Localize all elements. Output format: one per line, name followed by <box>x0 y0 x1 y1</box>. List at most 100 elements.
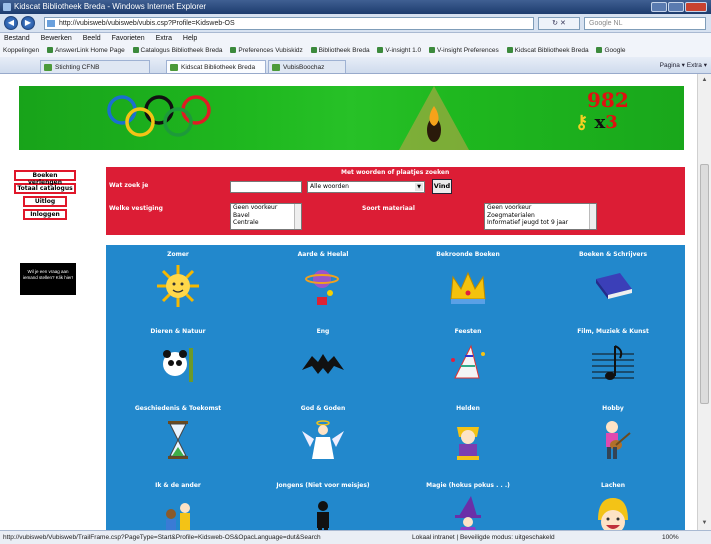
back-button[interactable]: ◀ <box>4 16 18 30</box>
tab-label: VubisBoochaz <box>283 64 325 71</box>
branch-option[interactable]: Centrale <box>233 219 301 227</box>
category-label: Eng <box>316 328 330 335</box>
favorites-bar: Koppelingen AnswerLink Home Page Catalog… <box>0 45 711 57</box>
category-geschiedenis-toekomst[interactable]: Geschiedenis & Toekomst <box>106 399 250 475</box>
window-controls <box>651 2 707 12</box>
total-catalogue-button[interactable]: Totaal catalogus <box>14 183 76 194</box>
window-title: Kidscat Bibliotheek Breda - Windows Inte… <box>14 2 207 11</box>
maximize-button[interactable] <box>668 2 684 12</box>
search-heading: Met woorden of plaatjes zoeken <box>341 169 450 176</box>
hourglass-icon <box>168 421 188 459</box>
search-input[interactable]: Google NL <box>584 17 706 30</box>
material-option[interactable]: Zoegmaterialen <box>487 212 596 220</box>
category-label: Aarde & Heelal <box>297 251 349 258</box>
favorite-link[interactable]: AnswerLink Home Page <box>46 47 125 54</box>
category-aarde-heelal[interactable]: Aarde & Heelal <box>251 245 395 321</box>
tab-kidscat[interactable]: Kidscat Bibliotheek Breda <box>166 60 266 73</box>
category-label: Feesten <box>454 328 482 335</box>
command-bar[interactable]: Pagina ▾ Extra ▾ <box>660 60 707 72</box>
search-panel: Met woorden of plaatjes zoeken Wat zoek … <box>106 167 685 235</box>
category-god-goden[interactable]: God & Goden <box>251 399 395 475</box>
material-option[interactable]: Informatief jeugd tot 9 jaar <box>487 219 596 227</box>
menu-help[interactable]: Help <box>183 35 197 42</box>
scroll-thumb[interactable] <box>700 164 709 404</box>
search-input-field[interactable] <box>230 181 302 193</box>
category-grid: Zomer Aarde & Heelal Bekroonde Boeken Bo… <box>106 245 685 540</box>
category-feesten[interactable]: Feesten <box>396 322 540 398</box>
zoom-level[interactable]: 100% <box>662 531 679 544</box>
url-field[interactable]: http://vubisweb/vubisweb/vubis.csp?Profi… <box>44 17 534 30</box>
category-label: Hobby <box>602 405 624 412</box>
panda-icon <box>163 348 193 382</box>
forward-button[interactable]: ▶ <box>21 16 35 30</box>
renew-books-button[interactable]: Boeken verlengen <box>14 170 76 186</box>
material-option[interactable]: Geen voorkeur <box>487 204 596 212</box>
security-zone[interactable]: Lokaal intranet | Beveiligde modus: uitg… <box>412 531 555 544</box>
tab-label: Stichting CFNB <box>55 64 100 71</box>
menu-bewerken[interactable]: Bewerken <box>41 35 72 42</box>
category-boeken-schrijvers[interactable]: Boeken & Schrijvers <box>541 245 685 321</box>
music-note-icon <box>592 345 634 380</box>
favorite-link[interactable]: V-insight Preferences <box>428 47 499 54</box>
category-label: Ik & de ander <box>155 482 201 489</box>
address-bar: ◀ ▶ http://vubisweb/vubisweb/vubis.csp?P… <box>0 14 711 33</box>
status-url: http://vubisweb/Vubisweb/TrailFrame.csp?… <box>3 534 321 541</box>
olympic-banner: 982 ⚷ x3 <box>19 86 684 150</box>
listbox-scrollbar[interactable] <box>294 204 301 229</box>
category-helden[interactable]: Helden <box>396 399 540 475</box>
tab-vubisboochaz[interactable]: VubisBoochaz <box>268 60 346 73</box>
branch-option[interactable]: Geen voorkeur <box>233 204 301 212</box>
minimize-button[interactable] <box>651 2 667 12</box>
category-bekroonde-boeken[interactable]: Bekroonde Boeken <box>396 245 540 321</box>
favorite-link[interactable]: Kidscat Bibliotheek Breda <box>506 47 589 54</box>
branch-option[interactable]: Bavel <box>233 212 301 220</box>
chevron-down-icon: ▼ <box>415 183 423 191</box>
favorite-link[interactable]: Catalogus Bibliotheek Breda <box>132 47 223 54</box>
tab-favicon <box>272 64 280 71</box>
category-dieren-natuur[interactable]: Dieren & Natuur <box>106 322 250 398</box>
torch-icon <box>399 86 469 150</box>
branch-label: Welke vestiging <box>109 205 163 212</box>
close-button[interactable] <box>685 2 707 12</box>
search-mode-value: Alle woorden <box>310 183 349 190</box>
category-label: Jongens (Niet voor meisjes) <box>276 482 370 489</box>
find-button[interactable]: Vind <box>432 179 452 194</box>
visitor-counter: 982 <box>587 88 629 112</box>
ask-question-banner[interactable]: Wil je een vraag aan iemand stellen? Kli… <box>20 263 76 295</box>
category-eng[interactable]: Eng <box>251 322 395 398</box>
category-zomer[interactable]: Zomer <box>106 245 250 321</box>
favorite-link[interactable]: Google <box>596 47 625 54</box>
menu-favorieten[interactable]: Favorieten <box>112 35 145 42</box>
tab-favicon <box>44 64 52 71</box>
favorite-link[interactable]: Preferences Vubiskidz <box>230 47 303 54</box>
search-what-label: Wat zoek je <box>109 182 149 189</box>
menu-bar: Bestand Bewerken Beeld Favorieten Extra … <box>0 33 711 45</box>
material-listbox[interactable]: Geen voorkeur Zoegmaterialen Informatief… <box>484 203 597 230</box>
branch-listbox[interactable]: Geen voorkeur Bavel Centrale <box>230 203 302 230</box>
menu-beeld[interactable]: Beeld <box>83 35 101 42</box>
vertical-scrollbar[interactable]: ▲ ▼ <box>697 74 711 530</box>
scroll-down-arrow[interactable]: ▼ <box>700 519 709 528</box>
keys-count: 3 <box>605 112 618 133</box>
keys-multiplier: x <box>594 112 606 133</box>
tab-stichting[interactable]: Stichting CFNB <box>40 60 150 73</box>
category-film-muziek-kunst[interactable]: Film, Muziek & Kunst <box>541 322 685 398</box>
page-icon <box>47 20 55 27</box>
tab-favicon <box>170 64 178 71</box>
refresh-stop-buttons[interactable]: ↻ ✕ <box>538 17 580 30</box>
angel-icon <box>302 420 344 459</box>
menu-extra[interactable]: Extra <box>156 35 172 42</box>
listbox-scrollbar[interactable] <box>589 204 596 229</box>
scroll-up-arrow[interactable]: ▲ <box>700 76 709 85</box>
favorite-link[interactable]: Bibliotheek Breda <box>310 47 370 54</box>
login-button[interactable]: Inloggen <box>23 209 67 220</box>
category-label: Bekroonde Boeken <box>436 251 500 258</box>
menu-bestand[interactable]: Bestand <box>4 35 30 42</box>
category-hobby[interactable]: Hobby <box>541 399 685 475</box>
keys-counter: ⚷ x3 <box>575 112 618 133</box>
favorite-link[interactable]: V-insight 1.0 <box>377 47 421 54</box>
guitar-player-icon <box>606 421 631 459</box>
key-icon: ⚷ <box>575 112 589 133</box>
search-mode-select[interactable]: Alle woorden ▼ <box>307 181 425 193</box>
logout-button[interactable]: Uitlog <box>23 196 67 207</box>
